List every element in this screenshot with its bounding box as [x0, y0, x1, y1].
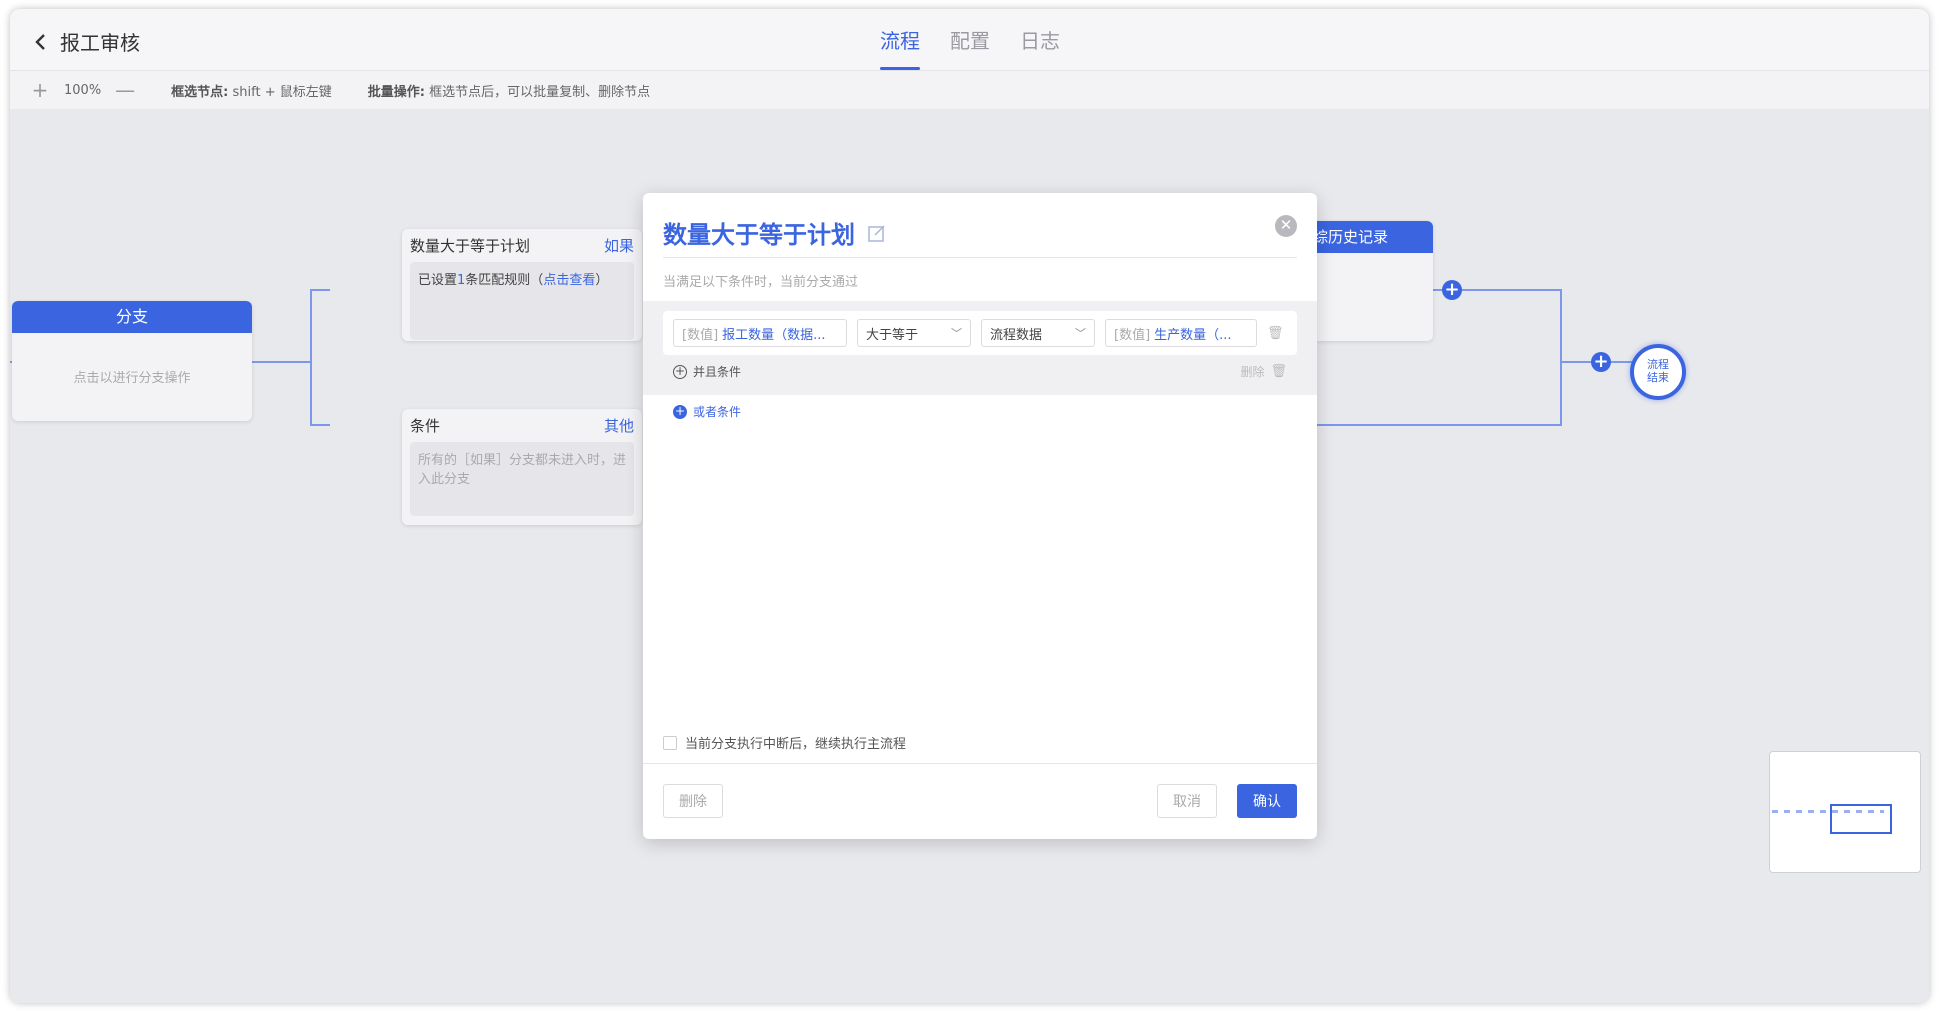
- branch-node-hint: 点击以进行分支操作: [73, 371, 191, 386]
- branch-node[interactable]: 分支 点击以进行分支操作: [12, 301, 252, 421]
- batch-tip: 批量操作: 框选节点后，可以批量复制、删除节点: [368, 81, 650, 100]
- app-window: 报工审核 流程 配置 日志 + 100% — 框选节点: shift + 鼠标左…: [10, 9, 1929, 1003]
- rule-end: ）: [595, 273, 609, 288]
- tab-bar: 流程 配置 日志: [880, 25, 1060, 70]
- header: 报工审核 流程 配置 日志: [10, 9, 1929, 71]
- confirm-button[interactable]: 确认: [1237, 784, 1297, 818]
- and-condition-button[interactable]: 并且条件: [693, 363, 741, 380]
- page-title: 报工审核: [60, 31, 140, 55]
- connector-line: [310, 424, 330, 426]
- else-branch-node[interactable]: 条件 其他 所有的［如果］分支都未进入时，进入此分支: [402, 409, 642, 525]
- trash-icon[interactable]: 🗑: [1267, 326, 1284, 341]
- dialog-subtitle: 当满足以下条件时，当前分支通过: [663, 275, 859, 290]
- divider: [643, 763, 1317, 764]
- or-condition-row: + 或者条件: [673, 403, 741, 420]
- continue-label: 当前分支执行中断后，继续执行主流程: [685, 737, 907, 752]
- right-field-select[interactable]: [数值] 生产数量（...: [1105, 319, 1257, 347]
- if-branch-title: 数量大于等于计划: [410, 237, 531, 255]
- condition-row: [数值] 报工数量（数据... 大于等于 ﹀ 流程数据 ﹀ [数值] 生产数量（…: [663, 311, 1297, 355]
- end-node-line1: 流程: [1647, 358, 1669, 371]
- connector-line: [310, 289, 312, 425]
- flow-end-node[interactable]: 流程 结束: [1630, 344, 1686, 400]
- batch-tip-text: 框选节点后，可以批量复制、删除节点: [429, 84, 651, 100]
- left-field-select[interactable]: [数值] 报工数量（数据...: [673, 319, 847, 347]
- and-condition-row: + 并且条件 删除 🗑: [673, 363, 1287, 380]
- divider: [663, 257, 1297, 258]
- close-icon[interactable]: ✕: [1275, 215, 1297, 237]
- edit-icon[interactable]: [867, 223, 887, 243]
- continue-option: 当前分支执行中断后，继续执行主流程: [663, 733, 906, 752]
- tab-log[interactable]: 日志: [1020, 25, 1060, 70]
- connector-line: [310, 289, 330, 291]
- rule-view-link[interactable]: 点击查看: [543, 273, 595, 288]
- add-node-icon[interactable]: +: [1442, 280, 1462, 300]
- back-button[interactable]: 报工审核: [32, 27, 140, 56]
- left-field-type: [数值]: [682, 327, 719, 343]
- tab-flow[interactable]: 流程: [880, 25, 920, 70]
- connector-line: [1295, 424, 1562, 426]
- right-field-type: [数值]: [1114, 327, 1151, 343]
- cancel-button[interactable]: 取消: [1157, 784, 1217, 818]
- batch-tip-label: 批量操作:: [367, 84, 425, 100]
- if-branch-tag: 如果: [603, 237, 634, 255]
- else-branch-title: 条件: [410, 417, 441, 435]
- tab-config[interactable]: 配置: [950, 25, 990, 70]
- add-circle-icon[interactable]: +: [673, 364, 687, 379]
- condition-group: [数值] 报工数量（数据... 大于等于 ﹀ 流程数据 ﹀ [数值] 生产数量（…: [643, 301, 1317, 395]
- dialog-title: 数量大于等于计划: [663, 221, 855, 249]
- continue-checkbox[interactable]: [663, 735, 677, 750]
- rule-suffix: 条匹配规则（: [465, 273, 544, 288]
- chevron-down-icon: ﹀: [1075, 327, 1086, 340]
- left-field-value: 报工数量（数据...: [722, 327, 826, 343]
- or-condition-button[interactable]: 或者条件: [693, 403, 741, 420]
- dialog-title-row: 数量大于等于计划: [663, 215, 887, 250]
- end-node-line2: 结束: [1647, 371, 1669, 384]
- if-branch-rules: 已设置1条匹配规则（点击查看）: [410, 262, 634, 340]
- chevron-down-icon: ﹀: [951, 327, 962, 340]
- right-field-value: 生产数量（...: [1154, 327, 1232, 343]
- delete-button[interactable]: 删除: [663, 784, 723, 818]
- operator-value: 大于等于: [866, 327, 919, 343]
- if-branch-node[interactable]: 数量大于等于计划 如果 已设置1条匹配规则（点击查看）: [402, 229, 642, 341]
- minimap[interactable]: [1769, 751, 1921, 873]
- branch-node-title: 分支: [12, 301, 252, 333]
- chevron-left-icon: [35, 33, 45, 50]
- minimap-viewport[interactable]: [1830, 804, 1892, 834]
- zoom-in-button[interactable]: +: [30, 78, 50, 102]
- add-node-icon[interactable]: +: [1591, 352, 1611, 372]
- toolbar: + 100% — 框选节点: shift + 鼠标左键 批量操作: 框选节点后，…: [10, 71, 1929, 109]
- zoom-out-button[interactable]: —: [115, 78, 135, 102]
- trash-icon[interactable]: 🗑: [1270, 364, 1287, 379]
- else-branch-desc: 所有的［如果］分支都未进入时，进入此分支: [410, 442, 634, 516]
- select-tip: 框选节点: shift + 鼠标左键: [171, 81, 332, 100]
- connector-line: [1560, 289, 1562, 426]
- condition-dialog: 数量大于等于计划 ✕ 当满足以下条件时，当前分支通过 [数值] 报工数量（数据.…: [643, 193, 1317, 839]
- delete-group-button[interactable]: 删除: [1240, 363, 1264, 380]
- rule-prefix: 已设置: [418, 273, 458, 288]
- zoom-level: 100%: [64, 82, 102, 98]
- source-select[interactable]: 流程数据 ﹀: [981, 319, 1095, 347]
- source-value: 流程数据: [990, 327, 1043, 343]
- operator-select[interactable]: 大于等于 ﹀: [857, 319, 971, 347]
- select-tip-label: 框选节点:: [171, 84, 229, 100]
- add-circle-icon[interactable]: +: [673, 404, 687, 419]
- select-tip-text: shift + 鼠标左键: [232, 84, 332, 100]
- else-branch-tag: 其他: [603, 417, 634, 435]
